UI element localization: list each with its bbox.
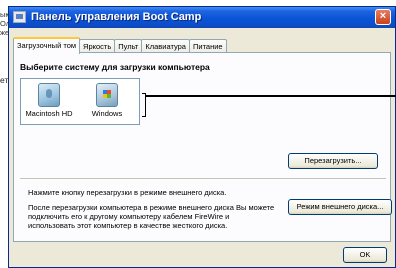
tab-power[interactable]: Питание xyxy=(188,39,227,53)
title-bar[interactable]: Панель управления Boot Camp × xyxy=(9,7,395,28)
volume-macintosh-hd[interactable]: Macintosh HD xyxy=(25,83,73,118)
close-button[interactable]: × xyxy=(375,9,391,25)
mac-drive-icon xyxy=(38,83,60,107)
tab-remote[interactable]: Пульт xyxy=(114,39,143,53)
tab-startup-disk[interactable]: Загрузочный том xyxy=(13,37,81,54)
callout-line xyxy=(146,95,396,97)
volume-windows[interactable]: Windows xyxy=(83,83,131,118)
windows-drive-icon xyxy=(96,83,118,107)
volume-list: Macintosh HD Windows xyxy=(20,78,140,125)
target-disk-description: После перезагрузки компьютера в режиме в… xyxy=(28,203,275,230)
target-disk-mode-button[interactable]: Режим внешнего диска... xyxy=(288,199,392,215)
divider xyxy=(20,178,386,180)
tab-brightness[interactable]: Яркость xyxy=(79,39,116,53)
startup-disk-panel: Выберите систему для загрузки компьютера… xyxy=(13,52,396,242)
ok-button[interactable]: OK xyxy=(343,247,387,263)
tab-bar: Загрузочный том Яркость Пульт Клавиатура… xyxy=(13,37,227,54)
target-disk-info: Нажмите кнопку перезагрузки в режиме вне… xyxy=(28,188,227,197)
window-title: Панель управления Boot Camp xyxy=(31,11,202,23)
tab-keyboard[interactable]: Клавиатура xyxy=(141,39,190,53)
control-panel-icon xyxy=(13,11,26,23)
volume-label: Windows xyxy=(91,109,123,118)
restart-button[interactable]: Перезагрузить... xyxy=(288,153,378,169)
volume-label: Macintosh HD xyxy=(25,109,73,118)
section-heading: Выберите систему для загрузки компьютера xyxy=(20,62,210,72)
bootcamp-window: Панель управления Boot Camp × Загрузочны… xyxy=(8,6,396,268)
